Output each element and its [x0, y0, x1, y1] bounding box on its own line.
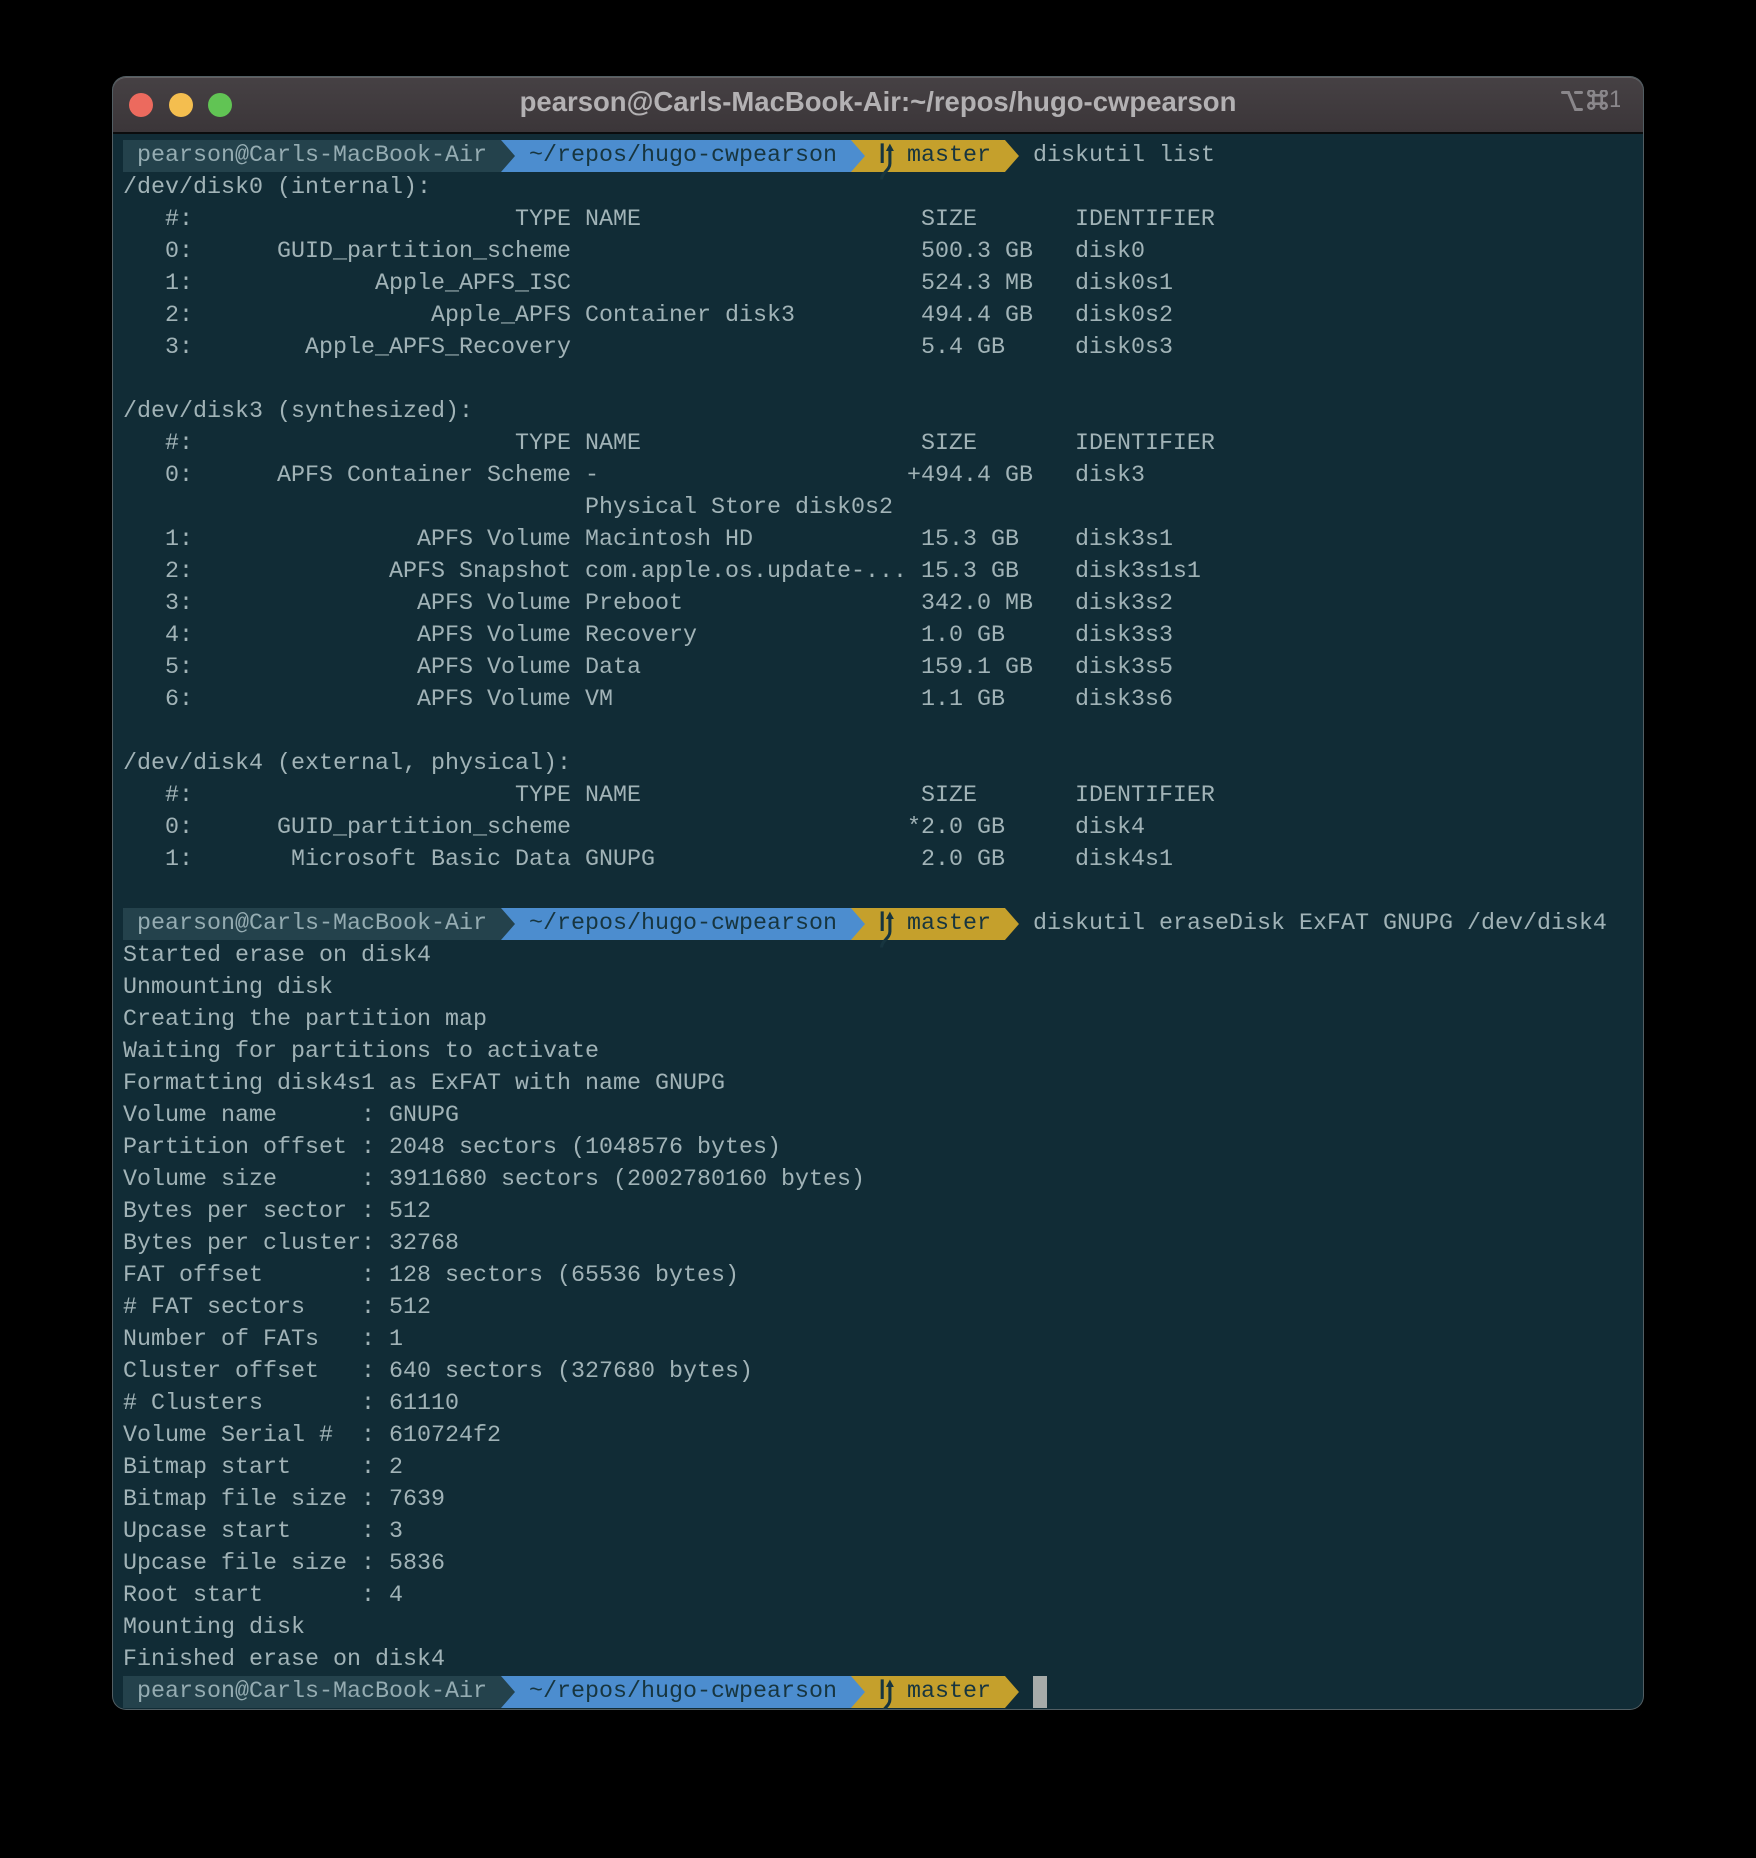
svg-text:1: 1 [1609, 90, 1620, 112]
